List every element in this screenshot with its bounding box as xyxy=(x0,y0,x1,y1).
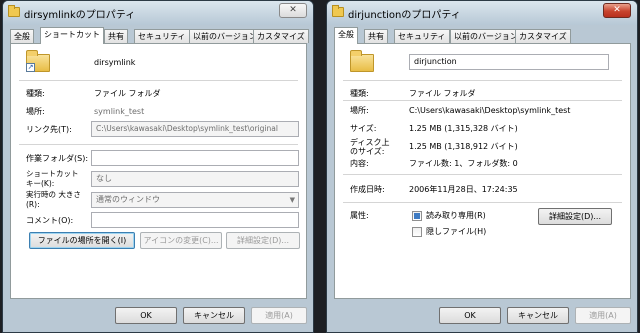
contents-value: ファイル数: 1、フォルダ数: 0 xyxy=(409,159,518,168)
size-label: サイズ: xyxy=(350,124,377,133)
type-label: 種類: xyxy=(26,89,45,98)
start-in-label: 作業フォルダ(S): xyxy=(26,154,89,163)
change-icon-button[interactable]: アイコンの変更(C)... xyxy=(140,232,222,249)
ok-button[interactable]: OK xyxy=(115,307,177,324)
divider xyxy=(343,202,622,203)
tab-previous-versions[interactable]: 以前のバージョン xyxy=(450,29,522,43)
shortcut-key-label: ショートカット キー(K): xyxy=(26,169,79,188)
created-label: 作成日時: xyxy=(350,185,385,194)
created-value: 2006年11月28日、17:24:35 xyxy=(409,185,518,194)
location-label: 場所: xyxy=(350,106,369,115)
divider xyxy=(343,100,622,101)
close-button[interactable]: ✕ xyxy=(603,3,631,18)
tab-previous-versions[interactable]: 以前のバージョン xyxy=(189,29,261,43)
folder-icon xyxy=(8,5,20,17)
close-button[interactable]: ✕ xyxy=(279,3,307,18)
start-in-field[interactable] xyxy=(91,150,299,166)
apply-button[interactable]: 適用(A) xyxy=(575,307,631,324)
contents-label: 内容: xyxy=(350,159,369,168)
divider xyxy=(19,144,298,145)
comment-field[interactable] xyxy=(91,212,299,228)
readonly-checkbox[interactable] xyxy=(412,211,422,221)
folder-shortcut-icon: ↗ xyxy=(26,50,50,72)
apply-button[interactable]: 適用(A) xyxy=(251,307,307,324)
attributes-label: 属性: xyxy=(350,211,369,220)
comment-label: コメント(O): xyxy=(26,216,74,225)
tab-sharing[interactable]: 共有 xyxy=(104,29,128,43)
target-label: リンク先(T): xyxy=(26,125,72,134)
divider xyxy=(19,80,298,81)
tab-sharing[interactable]: 共有 xyxy=(364,29,388,43)
folder-icon xyxy=(350,50,374,72)
run-select[interactable]: 通常のウィンドウ ▼ xyxy=(91,192,299,208)
tab-security[interactable]: セキュリティ xyxy=(134,29,190,43)
hidden-label: 隠しファイル(H) xyxy=(426,227,487,236)
folder-icon xyxy=(332,5,344,17)
size-on-disk-label: ディスク上 のサイズ: xyxy=(350,138,390,156)
tab-strip: 全般 共有 セキュリティ 以前のバージョン カスタマイズ xyxy=(334,27,631,44)
tab-security[interactable]: セキュリティ xyxy=(394,29,450,43)
run-select-value: 通常のウィンドウ xyxy=(96,195,160,204)
tab-general[interactable]: 全般 xyxy=(334,27,358,44)
hidden-checkbox[interactable] xyxy=(412,227,422,237)
dirjunction-properties-window: dirjunctionのプロパティ ✕ 全般 共有 セキュリティ 以前のバージョ… xyxy=(326,0,638,333)
ok-button[interactable]: OK xyxy=(439,307,501,324)
window-title: dirsymlinkのプロパティ xyxy=(24,10,136,21)
chevron-down-icon: ▼ xyxy=(289,196,295,204)
window-title: dirjunctionのプロパティ xyxy=(348,10,461,21)
type-value: ファイル フォルダ xyxy=(94,89,161,98)
tab-general[interactable]: 全般 xyxy=(10,29,34,43)
divider xyxy=(343,80,622,81)
cancel-button[interactable]: キャンセル xyxy=(183,307,245,324)
tab-strip: 全般 ショートカット 共有 セキュリティ 以前のバージョン カスタマイズ xyxy=(10,27,309,44)
advanced-button[interactable]: 詳細設定(D)... xyxy=(538,208,612,225)
general-panel: dirjunction 種類: ファイル フォルダ 場所: C:\Users\k… xyxy=(334,43,631,299)
name-field[interactable]: dirjunction xyxy=(409,54,609,70)
cancel-button[interactable]: キャンセル xyxy=(507,307,569,324)
shortcut-arrow-icon: ↗ xyxy=(26,63,35,72)
type-label: 種類: xyxy=(350,89,369,98)
type-value: ファイル フォルダ xyxy=(409,89,476,98)
shortcut-key-field[interactable]: なし xyxy=(91,171,299,187)
advanced-button[interactable]: 詳細設定(D)... xyxy=(226,232,300,249)
location-value: C:\Users\kawasaki\Desktop\symlink_test xyxy=(409,106,571,115)
size-on-disk-value: 1.25 MB (1,318,912 バイト) xyxy=(409,142,518,151)
tab-customize[interactable]: カスタマイズ xyxy=(253,29,309,43)
run-label: 実行時の 大きさ(R): xyxy=(26,190,81,209)
open-file-location-button[interactable]: ファイルの場所を開く(I) xyxy=(29,232,135,249)
target-field[interactable]: C:\Users\kawasaki\Desktop\symlink_test\o… xyxy=(91,121,299,137)
location-value: symlink_test xyxy=(94,107,145,116)
tab-shortcut[interactable]: ショートカット xyxy=(40,27,104,44)
divider xyxy=(343,174,622,175)
title-bar[interactable]: dirsymlinkのプロパティ ✕ xyxy=(3,1,313,25)
location-label: 場所: xyxy=(26,107,45,116)
size-value: 1.25 MB (1,315,328 バイト) xyxy=(409,124,518,133)
readonly-label: 読み取り専用(R) xyxy=(426,211,486,220)
shortcut-panel: ↗ dirsymlink 種類: ファイル フォルダ 場所: symlink_t… xyxy=(10,43,307,299)
title-bar[interactable]: dirjunctionのプロパティ ✕ xyxy=(327,1,637,25)
dirsymlink-properties-window: dirsymlinkのプロパティ ✕ 全般 ショートカット 共有 セキュリティ … xyxy=(2,0,314,333)
tab-customize[interactable]: カスタマイズ xyxy=(515,29,571,43)
item-name: dirsymlink xyxy=(94,58,136,67)
